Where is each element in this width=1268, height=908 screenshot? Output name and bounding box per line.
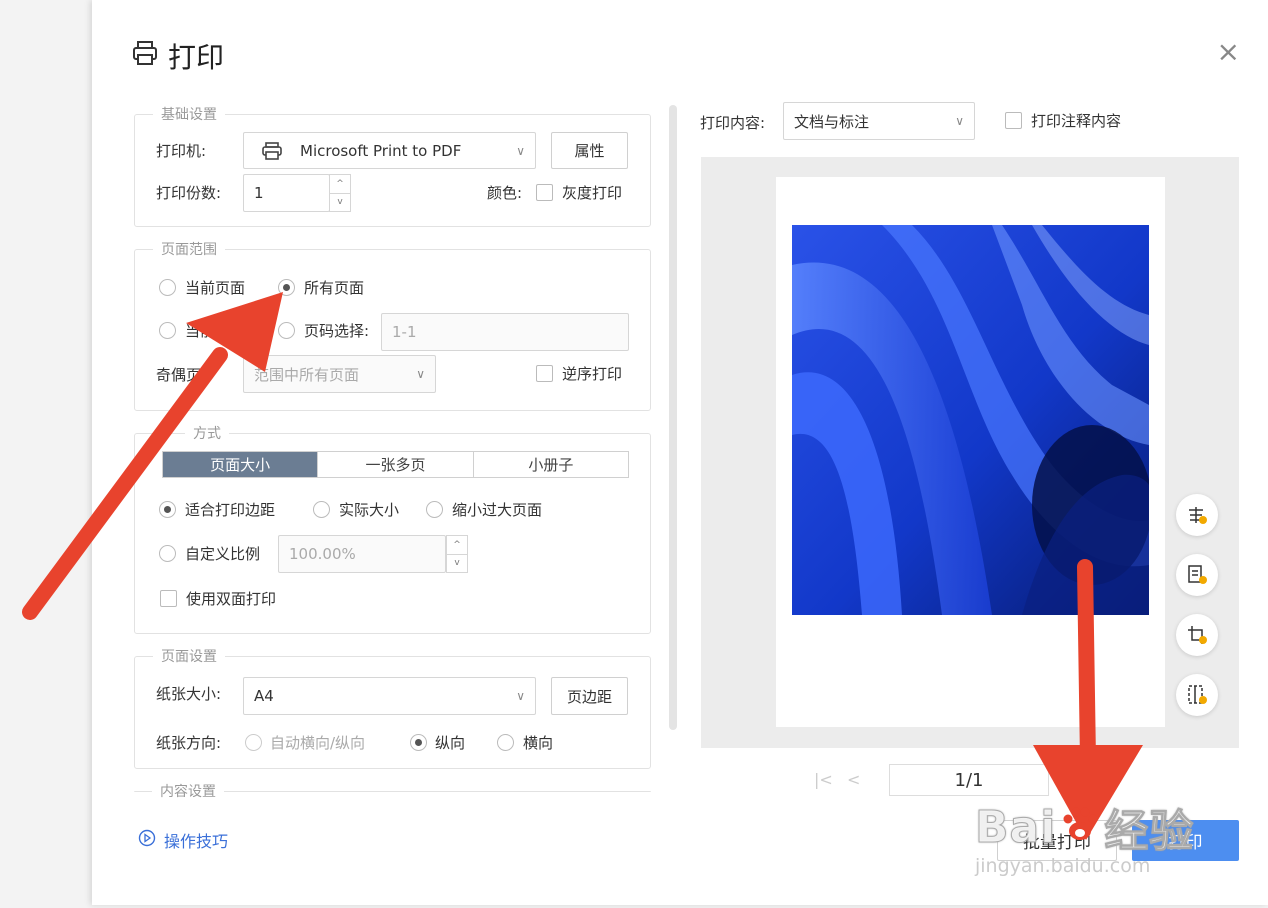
mode-tabs: 页面大小 一张多页 小册子	[162, 451, 629, 478]
chevron-down-icon: ∨	[416, 367, 425, 381]
printer-icon	[132, 40, 158, 73]
print-preview	[701, 157, 1239, 748]
tab-multi-page[interactable]: 一张多页	[317, 452, 472, 477]
crop-tool-icon[interactable]	[1176, 614, 1218, 656]
page-split-tool-icon[interactable]	[1176, 674, 1218, 716]
chevron-down-icon[interactable]: v	[330, 194, 350, 212]
page-select-label: 页码选择:	[304, 322, 370, 340]
print-content-label: 打印内容:	[700, 114, 766, 132]
dialog-title: 打印	[132, 36, 224, 76]
duplex-checkbox[interactable]	[160, 590, 177, 607]
watermark-tool-icon[interactable]	[1176, 494, 1218, 536]
odd-even-value: 范围中所有页面	[254, 365, 360, 384]
landscape-radio[interactable]	[497, 734, 514, 751]
custom-scale-input[interactable]: 100.00%	[278, 535, 446, 573]
paper-size-label: 纸张大小:	[156, 685, 222, 703]
portrait-radio[interactable]	[410, 734, 427, 751]
watermark-brand-cn: 经验	[1104, 806, 1195, 858]
auto-orientation-label: 自动横向/纵向	[270, 734, 366, 752]
watermark: Bai 经验 jingyan.baidu.com	[974, 795, 1195, 877]
current-selection-radio[interactable]	[159, 322, 176, 339]
fit-margins-radio[interactable]	[159, 501, 176, 518]
print-annotations-checkbox[interactable]	[1005, 112, 1022, 129]
current-page-label: 当前页面	[185, 279, 246, 297]
orientation-label: 纸张方向:	[156, 734, 222, 752]
duplex-label: 使用双面打印	[186, 590, 277, 608]
print-dialog: 打印 × 基础设置 打印机: Microsoft Print to PDF ∨ …	[92, 0, 1268, 905]
shrink-large-radio[interactable]	[426, 501, 443, 518]
print-content-select[interactable]: 文档与标注 ∨	[783, 102, 975, 140]
print-annotations-label: 打印注释内容	[1031, 112, 1122, 130]
first-page-button[interactable]: |<	[814, 770, 833, 789]
chevron-up-icon[interactable]: ^	[447, 536, 467, 555]
content-settings-group: 内容设置	[134, 781, 651, 801]
page-setup-group: 页面设置 纸张大小: A4 ∨ 页边距 纸张方向: 自动横向/纵向 纵向 横向	[134, 646, 651, 769]
page-select-radio[interactable]	[278, 322, 295, 339]
close-icon[interactable]: ×	[1217, 38, 1240, 66]
paper-size-select[interactable]: A4 ∨	[243, 677, 536, 715]
odd-even-label: 奇偶页	[156, 366, 202, 384]
properties-button[interactable]: 属性	[551, 132, 628, 169]
actual-size-radio[interactable]	[313, 501, 330, 518]
color-label: 颜色:	[487, 184, 523, 202]
portrait-label: 纵向	[435, 734, 466, 752]
custom-scale-radio[interactable]	[159, 545, 176, 562]
chevron-down-icon: ∨	[516, 143, 525, 158]
chevron-up-icon[interactable]: ^	[330, 175, 350, 194]
preview-image	[792, 225, 1149, 615]
grayscale-label: 灰度打印	[562, 184, 623, 202]
chevron-down-icon: ∨	[955, 114, 964, 128]
tips-label: 操作技巧	[164, 832, 229, 851]
basic-settings-legend: 基础设置	[153, 104, 225, 124]
margins-button[interactable]: 页边距	[551, 677, 628, 715]
odd-even-select[interactable]: 范围中所有页面 ∨	[243, 355, 436, 393]
printer-label: 打印机:	[156, 142, 207, 160]
page-indicator-input[interactable]: 1/1	[889, 764, 1049, 796]
landscape-label: 横向	[523, 734, 554, 752]
current-page-radio[interactable]	[159, 279, 176, 296]
page-range-group: 页面范围 当前页面 所有页面 当前 页码选择: 1-1 奇偶页 范围中所有页面 …	[134, 239, 651, 411]
actual-size-label: 实际大小	[339, 501, 400, 519]
chevron-down-icon[interactable]: v	[447, 555, 467, 573]
preview-page	[776, 177, 1165, 727]
header-footer-tool-icon[interactable]	[1176, 554, 1218, 596]
chevron-down-icon: ∨	[516, 689, 525, 703]
content-settings-legend: 内容设置	[152, 781, 224, 801]
copies-label: 打印份数:	[156, 184, 222, 202]
page-range-legend: 页面范围	[153, 239, 225, 259]
print-mode-legend: 方式	[185, 423, 229, 443]
page-setup-legend: 页面设置	[153, 646, 225, 666]
dialog-title-text: 打印	[168, 41, 225, 74]
current-selection-label: 当前	[185, 322, 216, 340]
watermark-brand: Bai	[974, 801, 1057, 853]
fit-margins-label: 适合打印边距	[185, 501, 276, 519]
printer-select[interactable]: Microsoft Print to PDF ∨	[243, 132, 536, 169]
page-select-input[interactable]: 1-1	[381, 313, 629, 351]
settings-scrollbar[interactable]	[669, 105, 677, 730]
print-mode-group: 方式 页面大小 一张多页 小册子 适合打印边距 实际大小 缩小过大页面 自定义比…	[134, 423, 651, 634]
paper-size-value: A4	[254, 687, 274, 705]
grayscale-checkbox[interactable]	[536, 184, 553, 201]
basic-settings-group: 基础设置 打印机: Microsoft Print to PDF ∨ 属性 打印…	[134, 104, 651, 227]
shrink-large-label: 缩小过大页面	[452, 501, 543, 519]
auto-orientation-radio[interactable]	[245, 734, 262, 751]
custom-scale-stepper[interactable]: ^ v	[446, 535, 468, 573]
prev-page-button[interactable]: <	[847, 770, 860, 789]
play-circle-icon	[138, 829, 156, 851]
paw-icon	[1058, 803, 1102, 851]
tab-page-size[interactable]: 页面大小	[163, 452, 318, 477]
tab-booklet[interactable]: 小册子	[472, 452, 628, 477]
all-pages-radio[interactable]	[278, 279, 295, 296]
all-pages-label: 所有页面	[304, 279, 365, 297]
reverse-label: 逆序打印	[562, 365, 623, 383]
print-content-value: 文档与标注	[794, 112, 870, 131]
custom-scale-label: 自定义比例	[185, 545, 261, 563]
copies-stepper[interactable]: ^ v	[329, 174, 351, 212]
printer-value: Microsoft Print to PDF	[300, 141, 462, 160]
reverse-checkbox[interactable]	[536, 365, 553, 382]
copies-input[interactable]: 1	[243, 174, 330, 212]
printer-small-icon	[262, 141, 282, 160]
tips-link[interactable]: 操作技巧	[138, 828, 228, 852]
